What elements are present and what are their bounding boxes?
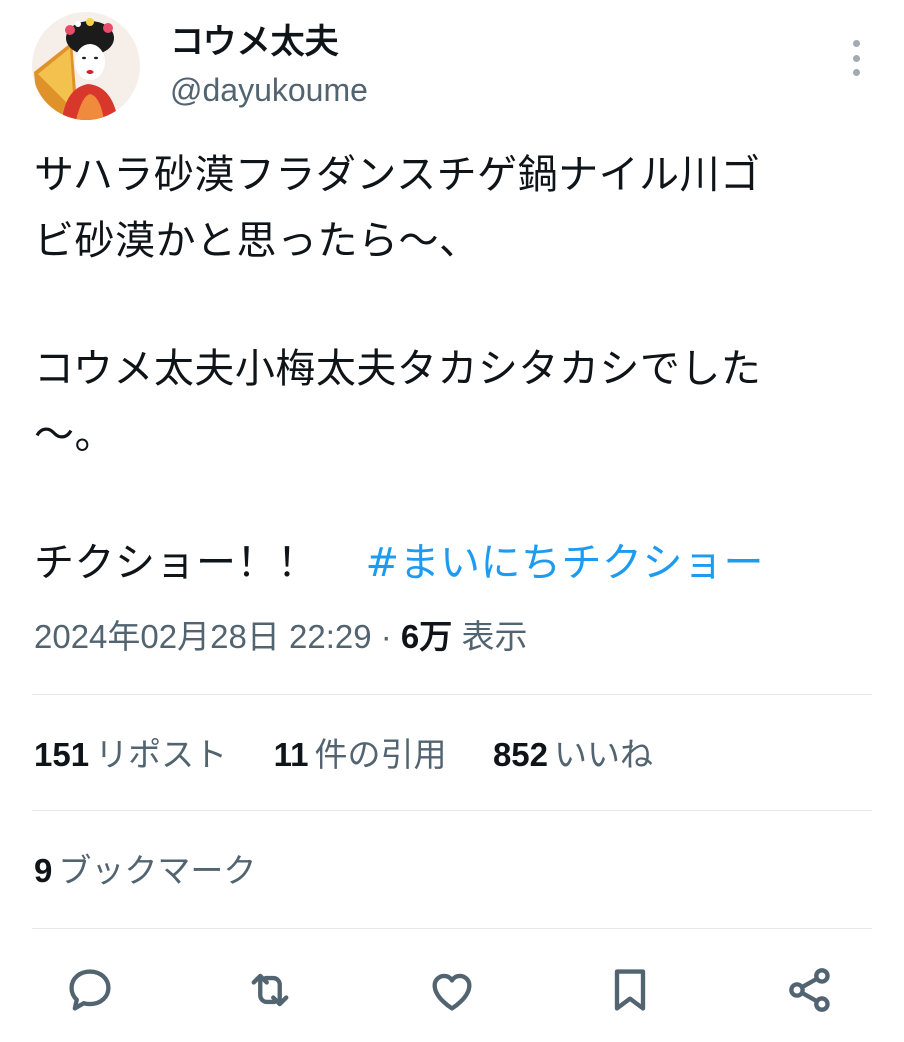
more-dot xyxy=(852,54,860,62)
more-options-icon[interactable] xyxy=(840,38,872,78)
tweet-line: 〜。 xyxy=(34,412,115,458)
reposts-label: リポスト xyxy=(95,735,228,774)
closing-text: チクショー！！ xyxy=(34,540,318,586)
more-dot xyxy=(852,69,860,76)
tweet-line: コウメ太夫小梅太夫タカシタカシでした xyxy=(34,346,762,392)
user-names: コウメ太夫 @dayukoume xyxy=(170,22,368,110)
reposts-stat[interactable]: 151 リポスト xyxy=(34,735,227,774)
bookmarks-label: ブックマーク xyxy=(58,851,257,890)
tweet-text: サハラ砂漠フラダンスチゲ鍋ナイル川ゴ ビ砂漠かと思ったら〜、 コウメ太夫小梅太夫… xyxy=(34,142,874,596)
action-bar xyxy=(32,960,872,1024)
tweet-header: コウメ太夫 @dayukoume xyxy=(32,12,872,122)
bookmark-icon[interactable] xyxy=(600,960,660,1020)
avatar[interactable] xyxy=(32,12,140,120)
divider xyxy=(32,810,872,811)
bookmarks-stat[interactable]: 9 ブックマーク xyxy=(34,846,256,896)
divider xyxy=(32,694,872,695)
tweet-line: ビ砂漠かと思ったら〜、 xyxy=(34,218,480,264)
likes-label: いいね xyxy=(554,735,654,774)
likes-count: 852 xyxy=(492,736,549,773)
views-count: 6万 xyxy=(400,618,453,655)
reposts-count: 151 xyxy=(34,736,90,773)
like-icon[interactable] xyxy=(422,960,482,1020)
tweet-meta: 2024年02月28日 22:29 · 6万 表示 xyxy=(34,612,527,662)
quotes-stat[interactable]: 11 件の引用 xyxy=(274,735,447,774)
hashtag-link[interactable]: #まいにちチクショー xyxy=(366,540,765,586)
tweet-line: チクショー！！ #まいにちチクショー xyxy=(34,530,874,596)
bookmarks-count: 9 xyxy=(34,852,53,889)
user-handle[interactable]: @dayukoume xyxy=(170,70,368,110)
share-icon[interactable] xyxy=(780,960,840,1020)
reply-icon[interactable] xyxy=(60,960,120,1020)
meta-separator: · xyxy=(371,618,401,655)
quotes-label: 件の引用 xyxy=(314,735,447,774)
likes-stat[interactable]: 852 いいね xyxy=(493,735,653,774)
quotes-count: 11 xyxy=(273,736,309,773)
tweet-line: サハラ砂漠フラダンスチゲ鍋ナイル川ゴ xyxy=(34,152,761,198)
display-name[interactable]: コウメ太夫 xyxy=(170,22,368,62)
repost-icon[interactable] xyxy=(240,960,300,1020)
timestamp[interactable]: 2024年02月28日 22:29 xyxy=(34,618,372,655)
views-label: 表示 xyxy=(461,618,528,655)
engagement-stats: 151 リポスト 11 件の引用 852 いいね xyxy=(34,730,689,780)
more-dot xyxy=(852,40,860,47)
divider xyxy=(32,928,872,929)
